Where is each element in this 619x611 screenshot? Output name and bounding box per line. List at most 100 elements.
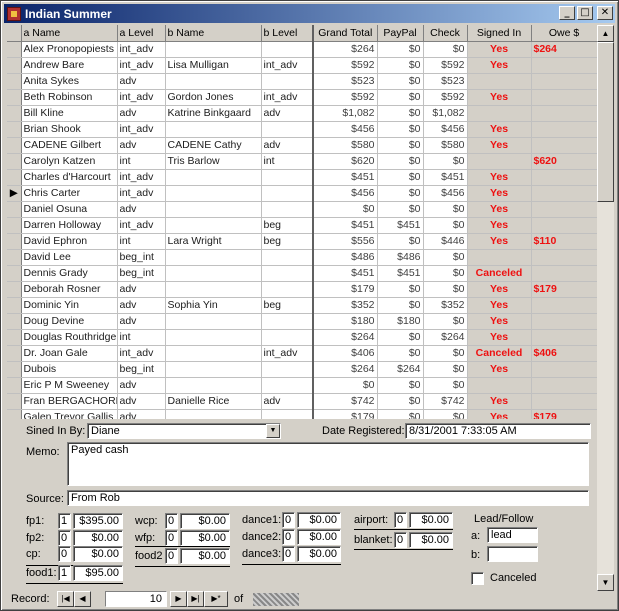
cell-paypal[interactable]: $0 xyxy=(377,233,424,250)
row-selector[interactable] xyxy=(7,201,22,218)
cell-b-level[interactable] xyxy=(261,377,314,394)
cell-b-name[interactable] xyxy=(165,121,262,138)
cell-paypal[interactable]: $0 xyxy=(377,393,424,410)
cell-owe[interactable] xyxy=(531,169,597,186)
cell-b-level[interactable] xyxy=(261,169,314,186)
cell-signed[interactable] xyxy=(467,249,532,266)
cell-signed[interactable]: Yes xyxy=(467,409,532,419)
cell-grand-total[interactable]: $742 xyxy=(313,393,378,410)
cell-b-name[interactable]: Katrine Binkgaard xyxy=(165,105,262,122)
row-selector[interactable] xyxy=(7,57,22,74)
cell-grand-total[interactable]: $352 xyxy=(313,297,378,314)
cell-paypal[interactable]: $180 xyxy=(377,313,424,330)
cell-grand-total[interactable]: $523 xyxy=(313,73,378,90)
cell-grand-total[interactable]: $179 xyxy=(313,281,378,298)
current-record-indicator[interactable]: ▶ xyxy=(7,185,22,202)
table-row[interactable]: Carolyn Katzen int Tris Barlow int $620 $0 $0 $… xyxy=(7,153,597,170)
column-header-grand-total[interactable]: Grand Total xyxy=(313,25,378,42)
cell-a-name[interactable]: Deborah Rosner xyxy=(21,281,118,298)
cell-b-name[interactable] xyxy=(165,409,262,419)
last-record-button[interactable]: ▶| xyxy=(187,591,204,607)
cell-b-name[interactable] xyxy=(165,361,262,378)
table-row[interactable]: Beth Robinson int_adv Gordon Jones int_adv $… xyxy=(7,89,597,106)
cell-b-name[interactable] xyxy=(165,313,262,330)
title-bar[interactable]: Indian Summer _ □ ✕ xyxy=(4,4,615,23)
cell-b-level[interactable] xyxy=(261,41,314,58)
fp1-qty-field[interactable]: 1 xyxy=(58,513,71,529)
cell-b-level[interactable] xyxy=(261,313,314,330)
cell-b-level[interactable]: beg xyxy=(261,233,314,250)
cell-owe[interactable] xyxy=(531,217,597,234)
cell-signed[interactable]: Yes xyxy=(467,185,532,202)
cell-b-name[interactable]: Tris Barlow xyxy=(165,153,262,170)
cell-b-level[interactable] xyxy=(261,281,314,298)
new-record-button[interactable]: ▶* xyxy=(204,591,228,607)
cell-b-name[interactable] xyxy=(165,41,262,58)
cell-check[interactable]: $0 xyxy=(423,201,468,218)
wfp-amount-field[interactable]: $0.00 xyxy=(180,530,230,546)
table-row[interactable]: Alex Pronopopiests int_adv $264 $0 $0 Yes $264 xyxy=(7,41,597,58)
cell-a-name[interactable]: Andrew Bare xyxy=(21,57,118,74)
cell-a-name[interactable]: Eric P M Sweeney xyxy=(21,377,118,394)
cell-a-level[interactable]: int_adv xyxy=(117,121,166,138)
cell-owe[interactable] xyxy=(531,89,597,106)
maximize-button[interactable]: □ xyxy=(577,6,593,20)
cell-b-name[interactable] xyxy=(165,329,262,346)
column-header-check[interactable]: Check xyxy=(423,25,468,42)
cell-owe[interactable] xyxy=(531,249,597,266)
cell-b-level[interactable]: beg xyxy=(261,217,314,234)
cell-grand-total[interactable]: $456 xyxy=(313,121,378,138)
cell-owe[interactable] xyxy=(531,297,597,314)
cell-a-level[interactable]: beg_int xyxy=(117,361,166,378)
table-row[interactable]: Dennis Grady beg_int $451 $451 $0 Canceled xyxy=(7,265,597,282)
cell-grand-total[interactable]: $1,082 xyxy=(313,105,378,122)
cell-grand-total[interactable]: $556 xyxy=(313,233,378,250)
cell-grand-total[interactable]: $451 xyxy=(313,217,378,234)
cell-check[interactable]: $0 xyxy=(423,377,468,394)
cell-signed[interactable]: Yes xyxy=(467,137,532,154)
cell-check[interactable]: $523 xyxy=(423,73,468,90)
canceled-checkbox[interactable] xyxy=(471,572,484,585)
row-selector[interactable] xyxy=(7,313,22,330)
column-header-b-level[interactable]: b Level xyxy=(261,25,314,42)
cell-check[interactable]: $456 xyxy=(423,185,468,202)
cell-signed[interactable] xyxy=(467,377,532,394)
fp1-amount-field[interactable]: $395.00 xyxy=(73,513,123,529)
cell-b-level[interactable] xyxy=(261,249,314,266)
cell-b-name[interactable] xyxy=(165,73,262,90)
cell-signed[interactable]: Yes xyxy=(467,201,532,218)
memo-field[interactable]: Payed cash xyxy=(67,442,589,486)
cell-b-level[interactable] xyxy=(261,185,314,202)
column-header-signed-in[interactable]: Signed In xyxy=(467,25,532,42)
row-selector[interactable] xyxy=(7,89,22,106)
cell-owe[interactable]: $179 xyxy=(531,281,597,298)
signed-in-by-combo[interactable]: Diane ▼ xyxy=(87,423,281,439)
table-row[interactable]: Brian Shook int_adv $456 $0 $456 Yes xyxy=(7,121,597,138)
table-row[interactable]: ▶ Chris Carter int_adv $456 $0 $456 Yes xyxy=(7,185,597,202)
table-row[interactable]: Eric P M Sweeney adv $0 $0 $0 xyxy=(7,377,597,394)
cell-owe[interactable] xyxy=(531,185,597,202)
cell-a-level[interactable]: int xyxy=(117,329,166,346)
cell-b-name[interactable] xyxy=(165,169,262,186)
cell-signed[interactable]: Yes xyxy=(467,393,532,410)
cell-a-name[interactable]: Dr. Joan Gale xyxy=(21,345,118,362)
cell-grand-total[interactable]: $620 xyxy=(313,153,378,170)
current-record-field[interactable]: 10 xyxy=(105,591,167,607)
cell-b-name[interactable] xyxy=(165,217,262,234)
cell-check[interactable]: $580 xyxy=(423,137,468,154)
cell-signed[interactable] xyxy=(467,105,532,122)
cell-paypal[interactable]: $486 xyxy=(377,249,424,266)
cell-a-name[interactable]: CADENE Gilbert xyxy=(21,137,118,154)
cell-grand-total[interactable]: $592 xyxy=(313,57,378,74)
dance2-qty-field[interactable]: 0 xyxy=(282,529,295,545)
cell-signed[interactable]: Yes xyxy=(467,329,532,346)
cell-paypal[interactable]: $0 xyxy=(377,137,424,154)
cell-grand-total[interactable]: $264 xyxy=(313,361,378,378)
blanket-qty-field[interactable]: 0 xyxy=(394,532,407,548)
table-row[interactable]: Doug Devine adv $180 $180 $0 Yes xyxy=(7,313,597,330)
cell-check[interactable]: $0 xyxy=(423,281,468,298)
cell-a-name[interactable]: Galen Trevor Gallis xyxy=(21,409,118,419)
vertical-scrollbar[interactable]: ▲ ▼ xyxy=(597,25,614,591)
date-registered-field[interactable]: 8/31/2001 7:33:05 AM xyxy=(405,423,591,439)
row-selector[interactable] xyxy=(7,297,22,314)
